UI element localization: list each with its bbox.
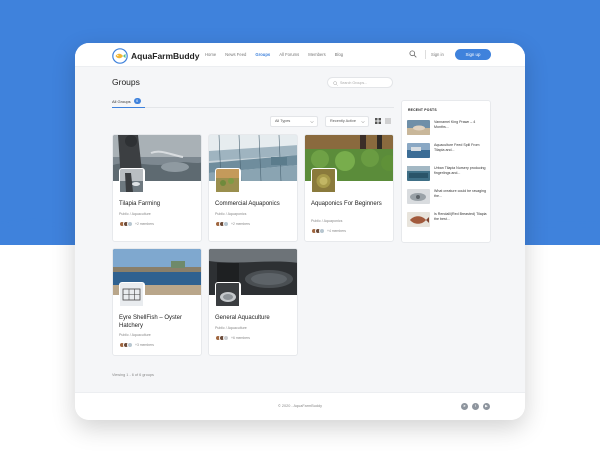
group-meta: Public / Aquaponics bbox=[311, 219, 343, 223]
tab-divider bbox=[112, 107, 394, 108]
group-members: +4 members bbox=[311, 228, 346, 234]
site-logo[interactable]: AquaFarmBuddy bbox=[112, 48, 199, 64]
page-title: Groups bbox=[112, 77, 140, 87]
member-count: +3 members bbox=[135, 343, 154, 347]
browser-frame: AquaFarmBuddy Home News Feed Groups All … bbox=[75, 43, 525, 420]
widget-title: RECENT POSTS bbox=[408, 108, 437, 112]
signin-link[interactable]: Sign in bbox=[431, 52, 444, 57]
type-filter-value: All Types bbox=[275, 119, 291, 123]
post-thumbnail bbox=[407, 166, 430, 181]
post-title[interactable]: What creature could be ravaging the... bbox=[434, 189, 487, 199]
post-thumbnail bbox=[407, 120, 430, 135]
post-thumbnail bbox=[407, 143, 430, 158]
chevron-down-icon bbox=[310, 121, 314, 124]
member-count: +4 members bbox=[327, 229, 346, 233]
member-count: +2 members bbox=[231, 222, 250, 226]
member-avatar bbox=[319, 228, 325, 234]
main-nav: Home News Feed Groups All Forums Members… bbox=[205, 52, 343, 57]
nav-separator bbox=[425, 50, 426, 59]
signup-button[interactable]: Sign up bbox=[455, 49, 491, 60]
group-members: +6 members bbox=[215, 335, 250, 341]
group-avatar[interactable] bbox=[119, 282, 145, 308]
group-card[interactable]: Commercial Aquaponics Public / Aquaponic… bbox=[208, 134, 298, 242]
group-members: +3 members bbox=[119, 342, 154, 348]
post-title[interactable]: Vannamei King Prawn – 4 Months... bbox=[434, 120, 487, 130]
recent-post-item[interactable]: Aquaculture Feed Spill From Tilapia and.… bbox=[407, 143, 487, 163]
group-name[interactable]: Eyre ShellFish – Oyster Hatchery bbox=[119, 315, 199, 330]
groups-page: Groups Search Groups... All Groups 6 All… bbox=[75, 67, 525, 392]
group-search-input[interactable]: Search Groups... bbox=[327, 77, 393, 88]
nav-item-members[interactable]: Members bbox=[308, 52, 325, 57]
recent-post-item[interactable]: Vannamei King Prawn – 4 Months... bbox=[407, 120, 487, 140]
post-title[interactable]: Is Rendalli(Red Breasted) Tilapia the be… bbox=[434, 212, 487, 222]
nav-item-home[interactable]: Home bbox=[205, 52, 216, 57]
tab-count-badge: 6 bbox=[133, 98, 141, 104]
nav-item-news-feed[interactable]: News Feed bbox=[225, 52, 246, 57]
sort-filter-value: Recently Active bbox=[330, 119, 356, 123]
member-count: +2 members bbox=[135, 222, 154, 226]
chevron-down-icon bbox=[361, 121, 365, 124]
group-name[interactable]: Aquaponics For Beginners bbox=[311, 201, 391, 209]
group-avatar-image bbox=[216, 169, 239, 192]
search-placeholder: Search Groups... bbox=[340, 81, 368, 85]
top-navigation: AquaFarmBuddy Home News Feed Groups All … bbox=[75, 43, 525, 67]
post-thumbnail bbox=[407, 212, 430, 227]
group-avatar-image bbox=[312, 169, 335, 192]
nav-item-all-forums[interactable]: All Forums bbox=[279, 52, 299, 57]
brand-name: AquaFarmBuddy bbox=[131, 51, 200, 61]
recent-post-item[interactable]: What creature could be ravaging the... bbox=[407, 189, 487, 209]
sort-filter-select[interactable]: Recently Active bbox=[325, 116, 369, 127]
member-avatar bbox=[223, 335, 229, 341]
group-avatar-image bbox=[216, 283, 239, 306]
search-icon[interactable] bbox=[409, 50, 417, 58]
telegram-icon[interactable]: ➤ bbox=[461, 403, 468, 410]
group-card[interactable]: General Aquaculture Public / Aquaculture… bbox=[208, 248, 298, 356]
footer: © 2020 - AquaFarmBuddy ➤ f ▶ bbox=[75, 392, 525, 420]
grid-view-icon[interactable] bbox=[375, 118, 381, 124]
youtube-icon[interactable]: ▶ bbox=[483, 403, 490, 410]
facebook-icon[interactable]: f bbox=[472, 403, 479, 410]
group-avatar[interactable] bbox=[215, 282, 241, 308]
tab-label: All Groups bbox=[112, 98, 131, 104]
group-name[interactable]: Commercial Aquaponics bbox=[215, 201, 295, 209]
group-members: +2 members bbox=[119, 221, 154, 227]
tab-all-groups[interactable]: All Groups 6 bbox=[112, 98, 141, 104]
type-filter-select[interactable]: All Types bbox=[270, 116, 318, 127]
recent-post-item[interactable]: Is Rendalli(Red Breasted) Tilapia the be… bbox=[407, 212, 487, 232]
nav-item-blog[interactable]: Blog bbox=[335, 52, 343, 57]
member-avatar bbox=[127, 342, 133, 348]
copyright-text: © 2020 - AquaFarmBuddy bbox=[278, 404, 322, 408]
list-view-icon[interactable] bbox=[385, 118, 391, 124]
post-thumbnail bbox=[407, 189, 430, 204]
group-card[interactable]: Aquaponics For Beginners Public / Aquapo… bbox=[304, 134, 394, 242]
group-name[interactable]: General Aquaculture bbox=[215, 315, 295, 323]
group-meta: Public / Aquaponics bbox=[215, 212, 247, 216]
group-meta: Public / Aquaculture bbox=[119, 212, 151, 216]
group-meta: Public / Aquaculture bbox=[215, 326, 247, 330]
group-avatar[interactable] bbox=[215, 168, 241, 194]
pagination-summary: Viewing 1 - 6 of 6 groups bbox=[112, 373, 154, 377]
group-avatar[interactable] bbox=[119, 168, 145, 194]
group-avatar-image bbox=[120, 283, 143, 306]
recent-post-item[interactable]: Urban Tilapia Nursery producing fingerli… bbox=[407, 166, 487, 186]
member-avatar bbox=[223, 221, 229, 227]
nav-item-groups[interactable]: Groups bbox=[255, 52, 270, 57]
search-icon bbox=[333, 80, 338, 86]
member-avatar bbox=[127, 221, 133, 227]
post-title[interactable]: Aquaculture Feed Spill From Tilapia and.… bbox=[434, 143, 487, 153]
tab-active-indicator bbox=[112, 107, 145, 108]
group-avatar-image bbox=[120, 169, 143, 192]
group-card[interactable]: Eyre ShellFish – Oyster Hatchery Public … bbox=[112, 248, 202, 356]
group-name[interactable]: Tilapia Farming bbox=[119, 201, 199, 209]
group-members: +2 members bbox=[215, 221, 250, 227]
post-title[interactable]: Urban Tilapia Nursery producing fingerli… bbox=[434, 166, 487, 176]
group-meta: Public / Aquaculture bbox=[119, 333, 151, 337]
group-avatar[interactable] bbox=[311, 168, 337, 194]
member-count: +6 members bbox=[231, 336, 250, 340]
fish-logo-icon bbox=[112, 48, 128, 64]
group-card[interactable]: Tilapia Farming Public / Aquaculture +2 … bbox=[112, 134, 202, 242]
recent-posts-widget: RECENT POSTS Vannamei King Prawn – 4 Mon… bbox=[401, 100, 491, 243]
